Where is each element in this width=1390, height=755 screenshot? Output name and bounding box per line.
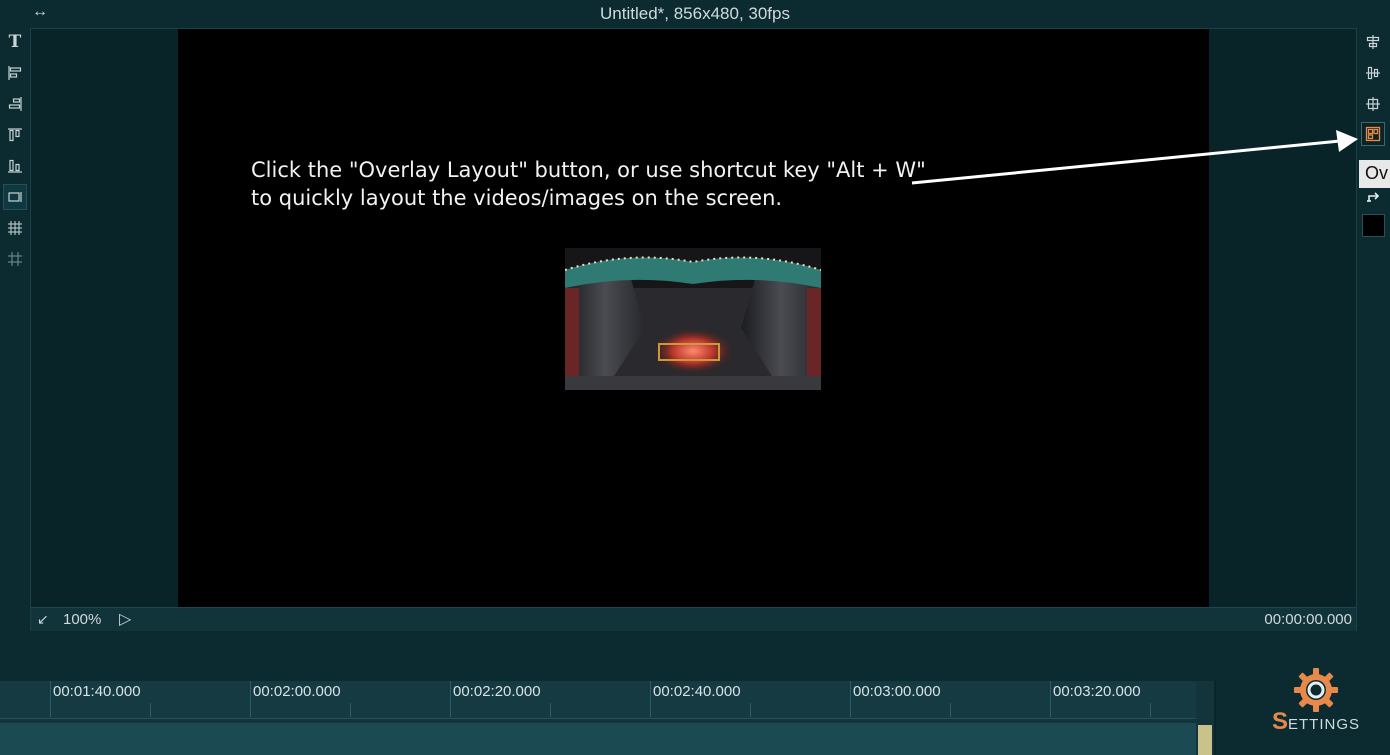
stage-curtain-image [565,248,821,390]
hint-line-1: Click the "Overlay Layout" button, or us… [251,158,926,182]
play-icon[interactable]: ▷ [119,609,131,629]
preview-status-bar: ↙ 100% ▷ 00:00:00.000 [31,607,1356,631]
center-horizontal-button[interactable] [1361,30,1385,54]
ruler-minor-tick [1150,703,1151,717]
zoom-level[interactable]: 100% [63,611,101,628]
swap-order-button[interactable] [1361,186,1385,210]
align-bottom-button[interactable] [3,153,27,179]
ruler-major-tick [50,681,51,717]
ruler-major-tick [250,681,251,717]
settings-label: SETTINGS [1272,708,1361,735]
align-left-icon [8,66,22,80]
window-title: Untitled*, 856x480, 30fps [600,4,790,23]
grid-icon [8,221,22,235]
background-color-swatch[interactable] [1362,214,1385,237]
swap-arrows-icon [1367,192,1380,202]
hint-line-2: to quickly layout the videos/images on t… [251,186,783,210]
preview-panel: Click the "Overlay Layout" button, or us… [30,28,1357,631]
ruler-major-tick [650,681,651,717]
timeline-track[interactable] [0,723,1196,755]
center-both-button[interactable] [1361,92,1385,116]
ruler-minor-tick [350,703,351,717]
overlay-layout-hint: Click the "Overlay Layout" button, or us… [251,156,926,212]
ruler-minor-tick [950,703,951,717]
ruler-time-label: 00:03:20.000 [1053,683,1141,700]
title-bar: ↔ Untitled*, 856x480, 30fps [0,0,1390,28]
grid-button[interactable] [3,246,27,272]
ruler-time-label: 00:02:00.000 [253,683,341,700]
grid-dense-button[interactable] [3,215,27,241]
ruler-minor-tick [750,703,751,717]
ruler-time-label: 00:02:40.000 [653,683,741,700]
center-both-icon [1366,97,1380,111]
ruler-minor-tick [550,703,551,717]
ruler-time-label: 00:03:00.000 [853,683,941,700]
overlay-layout-button[interactable] [1361,122,1385,146]
safe-frame-button[interactable] [3,184,27,210]
ruler-time-label: 00:02:20.000 [453,683,541,700]
align-top-icon [8,128,22,142]
shrink-icon[interactable]: ↙ [37,611,49,628]
timeline-ruler[interactable]: 00:01:40.000 00:02:00.000 00:02:20.000 00:0… [0,681,1196,719]
align-bottom-icon [8,159,22,173]
frame-icon [8,192,22,202]
video-canvas[interactable]: Click the "Overlay Layout" button, or us… [178,29,1209,607]
settings-button[interactable]: SETTINGS [1268,662,1368,752]
timeline-scrollbar[interactable] [1198,725,1212,755]
timecode: 00:00:00.000 [1264,611,1352,628]
align-right-button[interactable] [3,91,27,117]
text-icon: T [8,32,22,52]
ruler-major-tick [450,681,451,717]
ruler-major-tick [850,681,851,717]
overlay-image-clip[interactable] [565,248,821,390]
ruler-minor-tick [150,703,151,717]
overlay-layout-icon [1365,126,1381,142]
align-right-icon [8,97,22,111]
ruler-time-label: 00:01:40.000 [53,683,141,700]
align-left-button[interactable] [3,60,27,86]
gear-icon [1294,668,1338,712]
center-vertical-icon [1366,66,1380,80]
overlay-layout-tooltip: Ov [1359,160,1390,188]
timeline-panel: 00:01:40.000 00:02:00.000 00:02:20.000 00:0… [0,681,1214,755]
hash-icon [8,252,22,266]
video-editor-window: ↔ Untitled*, 856x480, 30fps T Click the … [0,0,1390,755]
timeline-divider [1214,681,1216,755]
align-top-button[interactable] [3,122,27,148]
text-tool-button[interactable]: T [3,29,27,55]
center-vertical-button[interactable] [1361,61,1385,85]
center-horizontal-icon [1366,35,1380,49]
ruler-major-tick [1050,681,1051,717]
